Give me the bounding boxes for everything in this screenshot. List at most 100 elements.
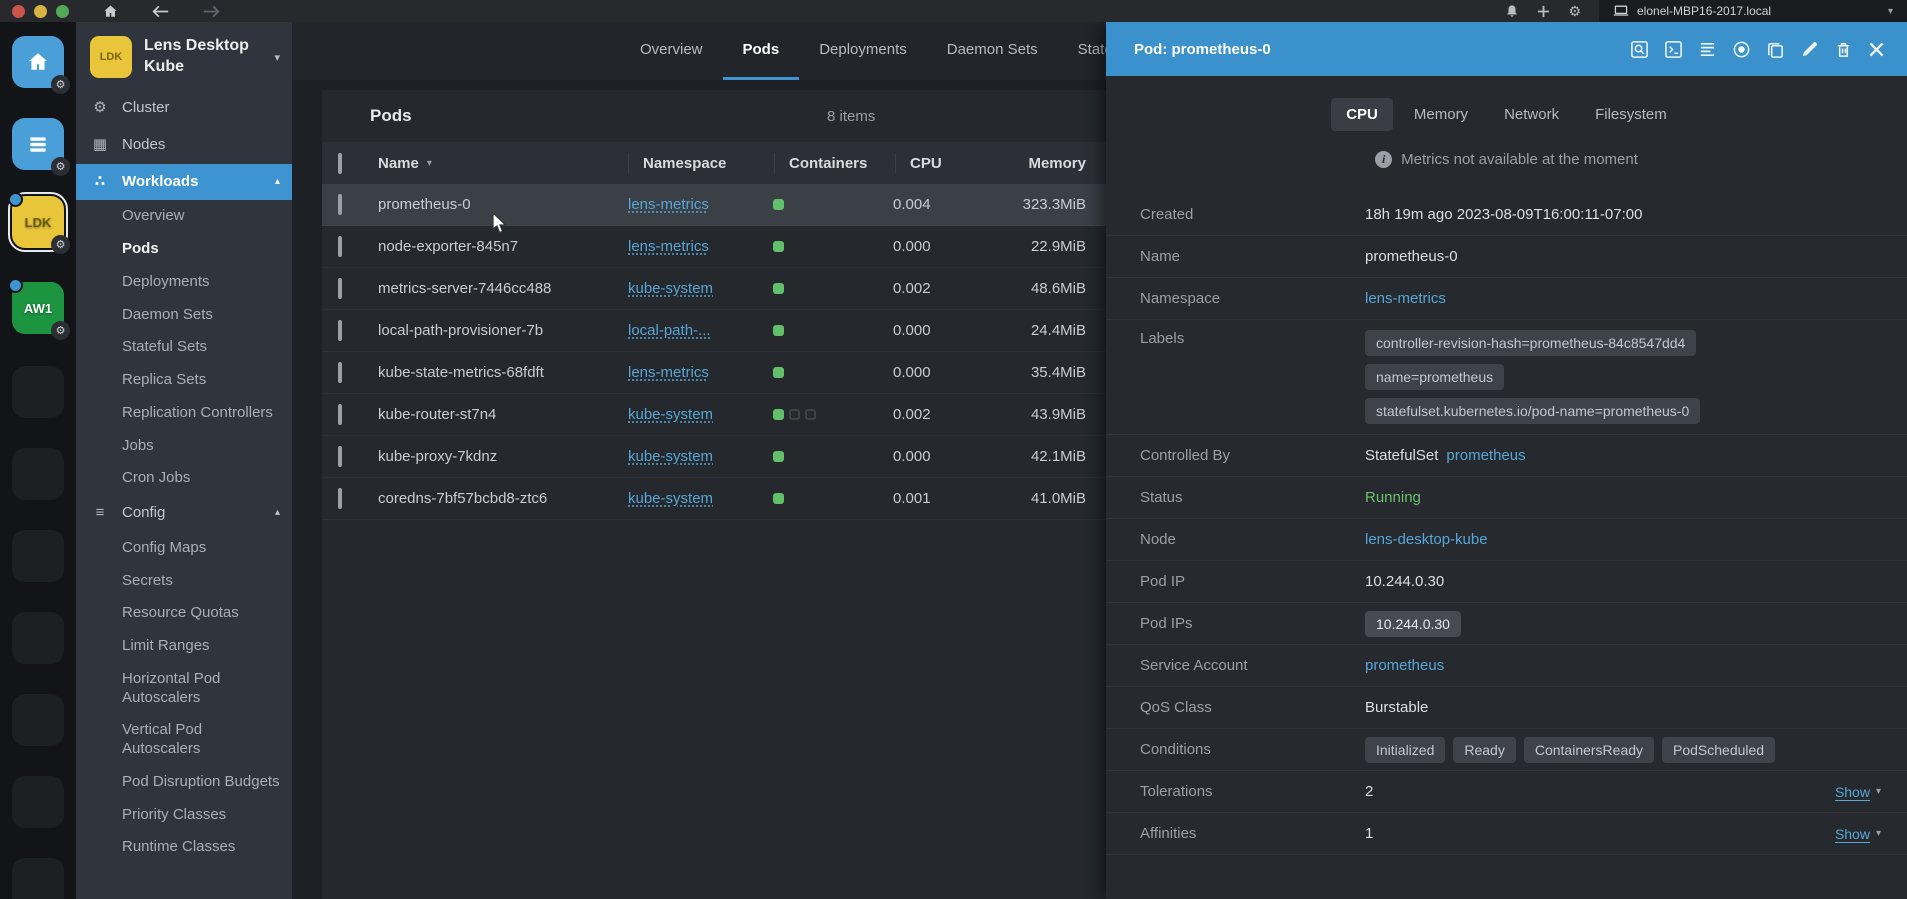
select-all-checkbox[interactable] — [338, 153, 342, 174]
sidebar-item-horizontal-pod-autoscalers[interactable]: Horizontal Pod Autoscalers — [76, 663, 292, 715]
notifications-icon[interactable] — [1505, 4, 1519, 18]
rail-item-home[interactable]: ⚙ — [12, 36, 64, 88]
sidebar-item-priority-classes[interactable]: Priority Classes — [76, 799, 292, 832]
show-toggle-link[interactable]: Show — [1835, 784, 1870, 800]
sidebar-item-daemon-sets[interactable]: Daemon Sets — [76, 299, 292, 332]
row-checkbox[interactable] — [338, 362, 342, 383]
sidebar-item-label: Daemon Sets — [122, 306, 213, 325]
namespace-link[interactable]: lens-metrics — [628, 196, 709, 213]
home-button[interactable] — [103, 4, 118, 19]
table-row[interactable]: prometheus-0lens-metrics0.004323.3MiB — [322, 184, 1106, 226]
gear-badge-icon[interactable]: ⚙ — [51, 157, 70, 176]
sidebar-item-cron-jobs[interactable]: Cron Jobs — [76, 462, 292, 495]
sidebar-item-overview[interactable]: Overview — [76, 200, 292, 233]
tab-deployments[interactable]: Deployments — [799, 22, 927, 80]
sidebar-item-replication-controllers[interactable]: Replication Controllers — [76, 397, 292, 430]
add-icon[interactable] — [1537, 5, 1550, 18]
rail-item-aw1[interactable]: AW1⚙ — [12, 282, 64, 334]
sidebar-item-stateful-sets[interactable]: Stateful Sets — [76, 331, 292, 364]
sidebar-item-limit-ranges[interactable]: Limit Ranges — [76, 630, 292, 663]
status-dot — [8, 192, 23, 207]
pod-logs-icon[interactable] — [1698, 40, 1717, 59]
row-checkbox[interactable] — [338, 404, 342, 425]
close-icon[interactable] — [1868, 41, 1885, 58]
table-row[interactable]: metrics-server-7446cc488kube-system0.002… — [322, 268, 1106, 310]
value-chip: Ready — [1453, 737, 1515, 763]
sidebar-item-runtime-classes[interactable]: Runtime Classes — [76, 831, 292, 864]
back-button[interactable] — [152, 5, 169, 18]
row-checkbox[interactable] — [338, 278, 342, 299]
metric-tab-memory[interactable]: Memory — [1399, 98, 1483, 131]
window-close-button[interactable] — [12, 5, 25, 18]
value-link[interactable]: lens-desktop-kube — [1365, 531, 1488, 548]
window-minimize-button[interactable] — [34, 5, 47, 18]
sidebar-item-config[interactable]: ≡Config▴ — [76, 495, 292, 532]
sidebar-item-resource-quotas[interactable]: Resource Quotas — [76, 597, 292, 630]
copy-icon[interactable] — [1766, 40, 1785, 59]
namespace-link[interactable]: local-path-... — [628, 322, 711, 339]
window-zoom-button[interactable] — [56, 5, 69, 18]
table-row[interactable]: local-path-provisioner-7blocal-path-...0… — [322, 310, 1106, 352]
column-header-containers[interactable]: Containers — [789, 155, 895, 172]
gear-badge-icon[interactable]: ⚙ — [51, 75, 70, 94]
sidebar-item-cluster[interactable]: ⚙Cluster — [76, 90, 292, 127]
sidebar-item-config-maps[interactable]: Config Maps — [76, 532, 292, 565]
namespace-link[interactable]: kube-system — [628, 490, 713, 507]
table-row[interactable]: kube-router-st7n4kube-system0.00243.9MiB — [322, 394, 1106, 436]
namespace-link[interactable]: kube-system — [628, 406, 713, 423]
row-checkbox[interactable] — [338, 320, 342, 341]
metric-tab-cpu[interactable]: CPU — [1331, 98, 1393, 131]
sidebar-item-replica-sets[interactable]: Replica Sets — [76, 364, 292, 397]
rail-item-ldk[interactable]: LDK⚙ — [12, 196, 64, 248]
table-row[interactable]: node-exporter-845n7lens-metrics0.00022.9… — [322, 226, 1106, 268]
value-link[interactable]: prometheus — [1446, 447, 1525, 464]
metric-tab-filesystem[interactable]: Filesystem — [1580, 98, 1682, 131]
detail-row-qos-class: QoS ClassBurstable — [1106, 687, 1907, 729]
metric-tab-network[interactable]: Network — [1489, 98, 1574, 131]
pod-attach-icon[interactable] — [1630, 40, 1649, 59]
row-checkbox[interactable] — [338, 236, 342, 257]
row-checkbox[interactable] — [338, 446, 342, 467]
sidebar-item-jobs[interactable]: Jobs — [76, 430, 292, 463]
pod-shell-icon[interactable] — [1664, 40, 1683, 59]
value-link[interactable]: prometheus — [1365, 657, 1444, 674]
sidebar-item-deployments[interactable]: Deployments — [76, 266, 292, 299]
forward-button[interactable] — [203, 5, 220, 18]
namespace-link[interactable]: kube-system — [628, 448, 713, 465]
gear-badge-icon[interactable]: ⚙ — [51, 321, 70, 340]
value-link[interactable]: lens-metrics — [1365, 290, 1446, 307]
table-row[interactable]: kube-state-metrics-68fdftlens-metrics0.0… — [322, 352, 1106, 394]
pod-name: metrics-server-7446cc488 — [378, 280, 628, 297]
row-checkbox[interactable] — [338, 194, 342, 215]
pod-evict-icon[interactable] — [1732, 40, 1751, 59]
sidebar-item-secrets[interactable]: Secrets — [76, 565, 292, 598]
show-toggle-link[interactable]: Show — [1835, 826, 1870, 842]
namespace-link[interactable]: kube-system — [628, 280, 713, 297]
settings-icon[interactable]: ⚙ — [1568, 4, 1581, 18]
tab-pods[interactable]: Pods — [723, 22, 800, 80]
pod-name: kube-state-metrics-68fdft — [378, 364, 628, 381]
edit-icon[interactable] — [1800, 40, 1819, 59]
column-header-memory[interactable]: Memory — [1011, 155, 1086, 172]
namespace-link[interactable]: lens-metrics — [628, 364, 709, 381]
host-menu[interactable]: elonel-MBP16-2017.local ▾ — [1599, 0, 1907, 22]
sidebar-item-pods[interactable]: Pods — [76, 233, 292, 266]
row-checkbox[interactable] — [338, 488, 342, 509]
namespace-link[interactable]: lens-metrics — [628, 238, 709, 255]
column-header-cpu[interactable]: CPU — [910, 155, 1011, 172]
gear-badge-icon[interactable]: ⚙ — [51, 235, 70, 254]
rail-item-catalog[interactable]: ⚙ — [12, 118, 64, 170]
sidebar-item-nodes[interactable]: ▦Nodes — [76, 127, 292, 164]
sidebar-item-pod-disruption-budgets[interactable]: Pod Disruption Budgets — [76, 766, 292, 799]
column-header-name[interactable]: Name▾ — [378, 155, 628, 172]
cluster-switcher[interactable]: LDK Lens Desktop Kube ▾ — [76, 22, 292, 90]
sidebar-item-vertical-pod-autoscalers[interactable]: Vertical Pod Autoscalers — [76, 714, 292, 766]
column-header-namespace[interactable]: Namespace — [643, 155, 774, 172]
table-row[interactable]: kube-proxy-7kdnzkube-system0.00042.1MiB — [322, 436, 1106, 478]
delete-icon[interactable] — [1834, 40, 1853, 59]
tab-overview[interactable]: Overview — [620, 22, 723, 80]
tab-daemon-sets[interactable]: Daemon Sets — [927, 22, 1058, 80]
table-row[interactable]: coredns-7bf57bcbd8-ztc6kube-system0.0014… — [322, 478, 1106, 520]
sidebar-item-workloads[interactable]: ∴Workloads▴ — [76, 164, 292, 201]
detail-row-name: Nameprometheus-0 — [1106, 236, 1907, 278]
